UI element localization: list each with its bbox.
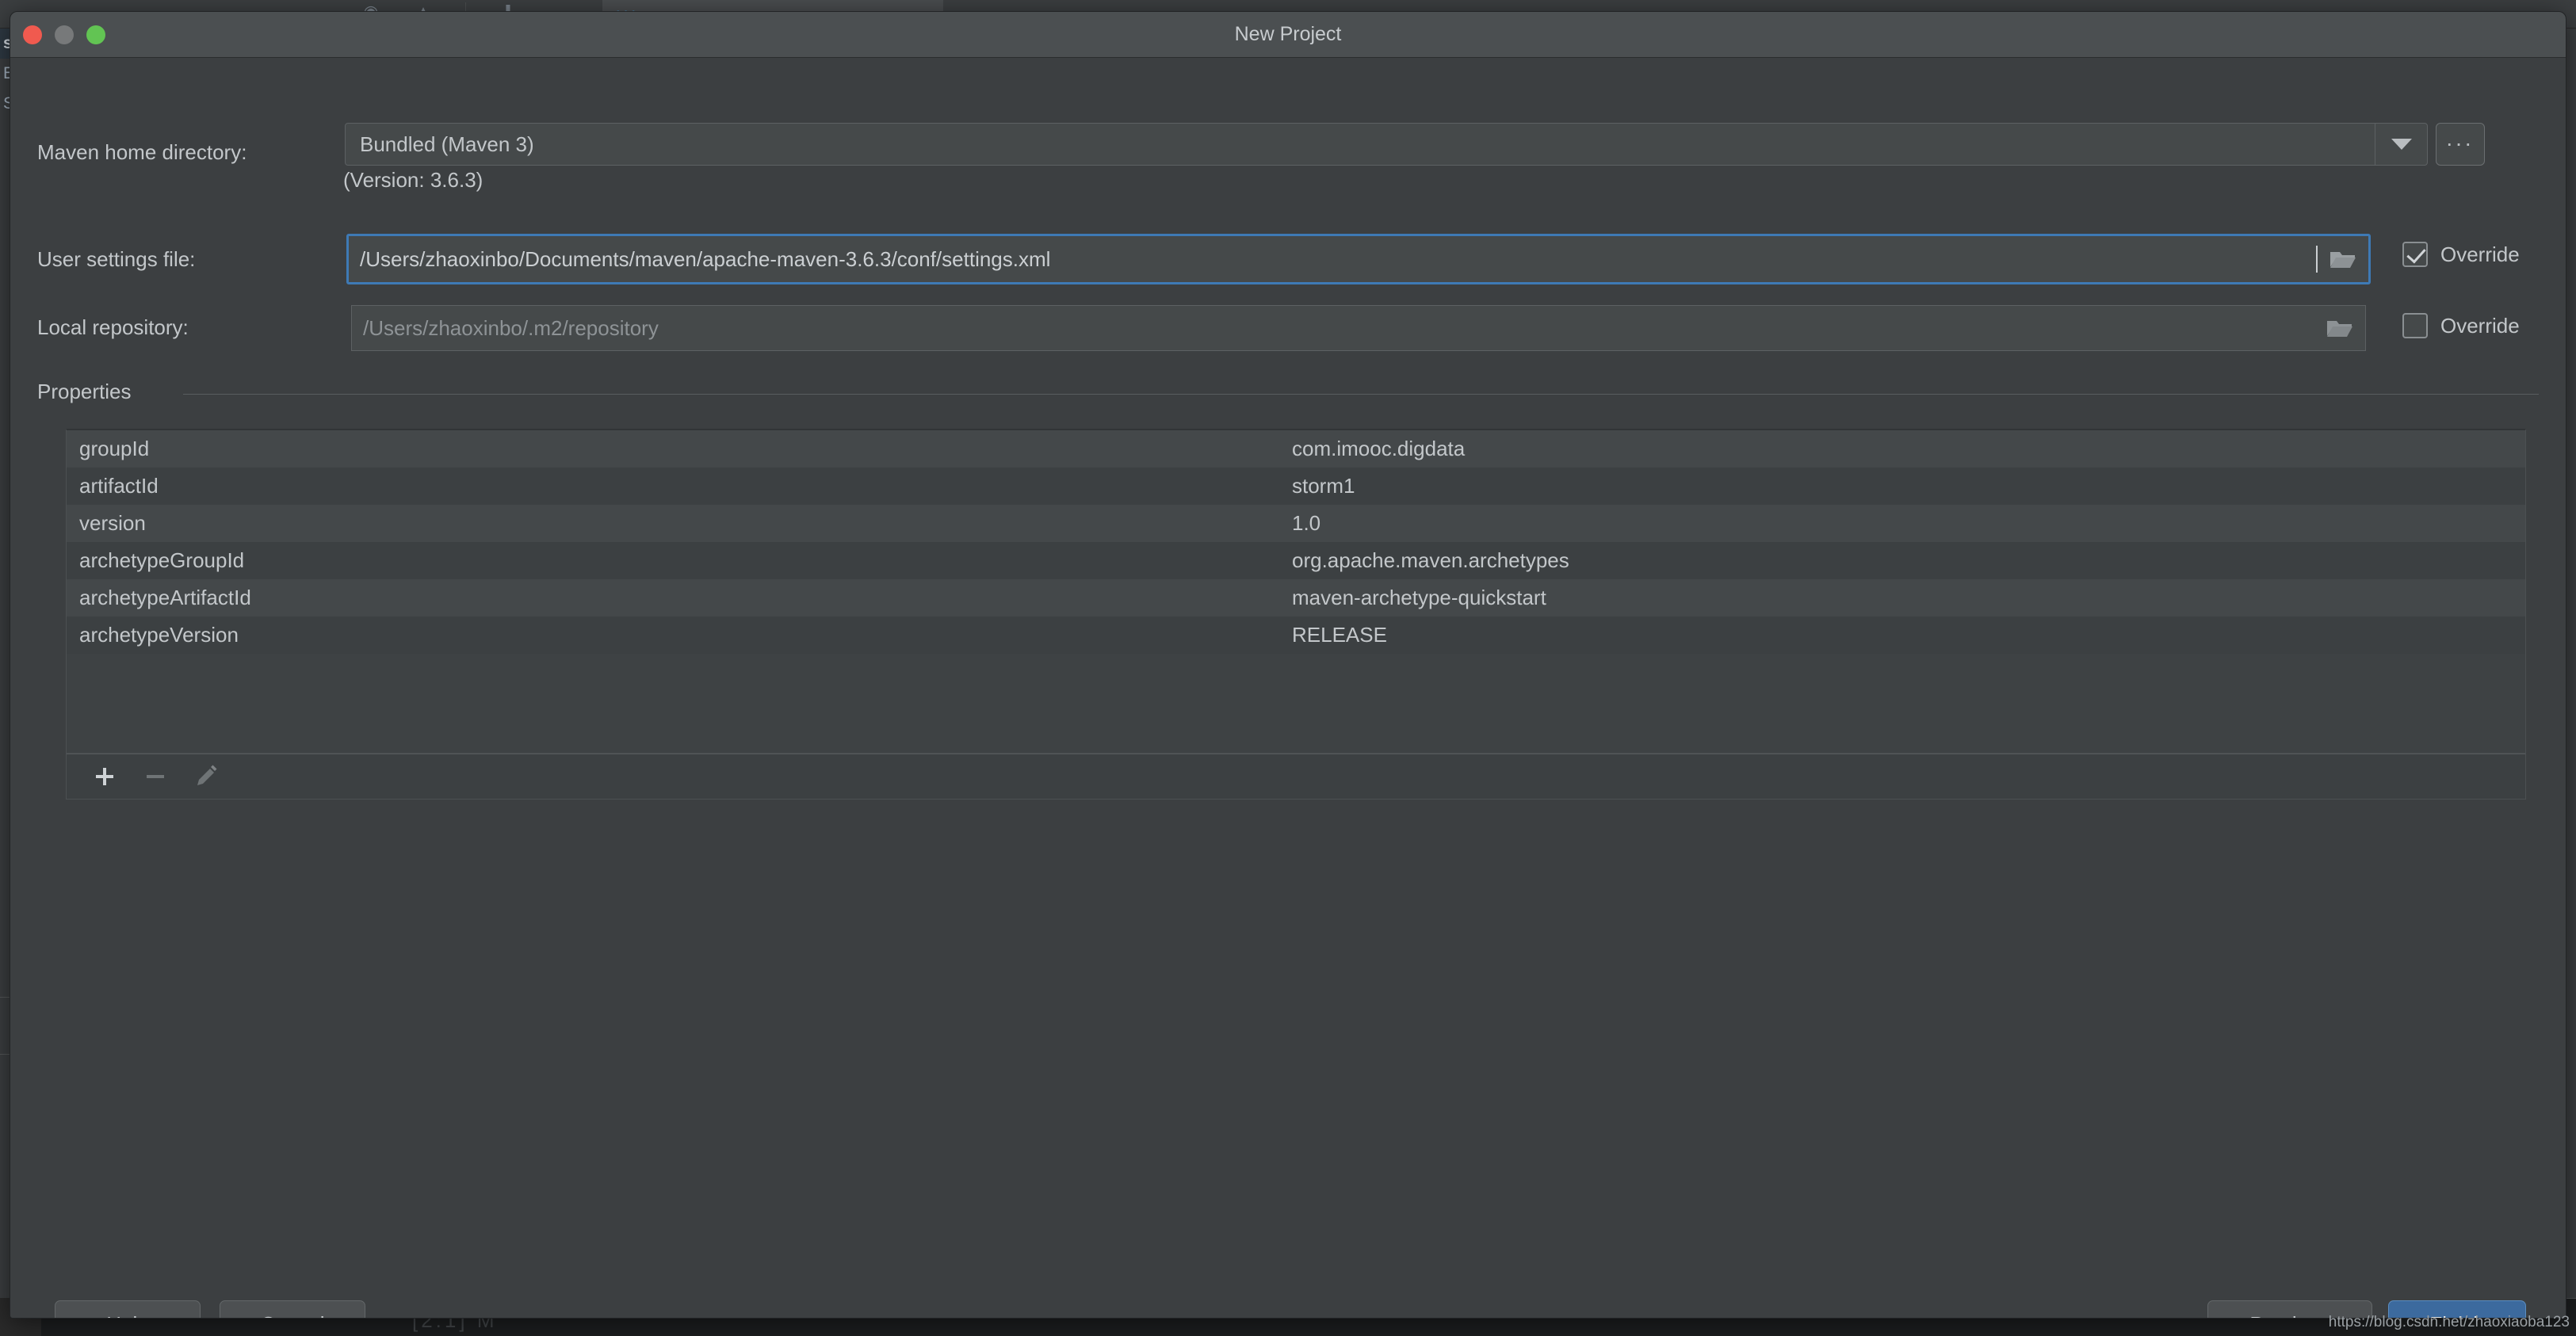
- table-row[interactable]: archetypeGroupId org.apache.maven.archet…: [67, 542, 2525, 579]
- property-key: archetypeArtifactId: [79, 586, 251, 609]
- edit-property-button[interactable]: [181, 758, 231, 796]
- property-value: maven-archetype-quickstart: [1292, 586, 1546, 609]
- property-value: org.apache.maven.archetypes: [1292, 548, 1569, 572]
- cancel-button[interactable]: Cancel: [220, 1300, 365, 1319]
- local-repository-label: Local repository:: [37, 315, 189, 339]
- table-row[interactable]: archetypeArtifactId maven-archetype-quic…: [67, 579, 2525, 616]
- close-button[interactable]: [23, 25, 42, 44]
- property-value: storm1: [1292, 474, 1355, 498]
- user-settings-override[interactable]: Override: [2402, 242, 2520, 267]
- table-row[interactable]: groupId com.imooc.digdata: [67, 430, 2525, 468]
- local-repository-placeholder: /Users/zhaoxinbo/.m2/repository: [363, 315, 659, 340]
- new-project-dialog: New Project Maven home directory: Bundle…: [10, 11, 2566, 1319]
- user-settings-label: User settings file:: [37, 247, 196, 271]
- minimize-button[interactable]: [55, 25, 74, 44]
- window-controls: [23, 25, 105, 44]
- maven-home-combobox[interactable]: Bundled (Maven 3): [345, 123, 2428, 166]
- local-repository-override-checkbox[interactable]: [2402, 313, 2428, 338]
- dialog-title: New Project: [1234, 23, 1342, 45]
- property-key: version: [79, 511, 146, 535]
- local-repository-override[interactable]: Override: [2402, 313, 2520, 338]
- minus-icon: [147, 775, 164, 778]
- table-row[interactable]: version 1.0: [67, 505, 2525, 542]
- maven-home-label: Maven home directory:: [37, 140, 247, 164]
- chevron-down-icon: [2391, 139, 2412, 150]
- dialog-titlebar[interactable]: New Project: [10, 12, 2566, 58]
- property-key: archetypeVersion: [79, 623, 239, 647]
- watermark-text: https://blog.csdn.net/zhaoxiaoba123: [2328, 1314, 2570, 1330]
- cancel-button-label: Cancel: [261, 1312, 325, 1319]
- properties-toolbar: [66, 754, 2526, 800]
- help-button-label: Help: [106, 1312, 148, 1319]
- help-button[interactable]: Help: [55, 1300, 201, 1319]
- user-settings-override-checkbox[interactable]: [2402, 242, 2428, 267]
- previous-button-label: Previous: [2249, 1312, 2329, 1319]
- user-settings-value: /Users/zhaoxinbo/Documents/maven/apache-…: [360, 246, 1051, 271]
- remove-property-button[interactable]: [130, 758, 181, 796]
- maven-home-browse-button[interactable]: ...: [2436, 123, 2485, 166]
- add-property-button[interactable]: [79, 758, 130, 796]
- property-key: groupId: [79, 437, 150, 460]
- property-value: com.imooc.digdata: [1292, 437, 1466, 460]
- table-row[interactable]: archetypeVersion RELEASE: [67, 616, 2525, 654]
- local-repository-browse-button[interactable]: [2314, 306, 2365, 350]
- user-settings-browse-button[interactable]: [2318, 236, 2368, 282]
- plus-icon: [96, 768, 113, 785]
- properties-table[interactable]: groupId com.imooc.digdata artifactId sto…: [66, 429, 2526, 754]
- property-value: RELEASE: [1292, 623, 1387, 647]
- table-row[interactable]: artifactId storm1: [67, 468, 2525, 505]
- property-key: archetypeGroupId: [79, 548, 245, 572]
- ellipsis-icon: ...: [2446, 126, 2475, 151]
- maven-home-dropdown-button[interactable]: [2375, 124, 2427, 165]
- properties-section-divider: [183, 394, 2539, 395]
- property-value: 1.0: [1292, 511, 1321, 535]
- folder-icon: [2327, 321, 2352, 337]
- maven-version-note: (Version: 3.6.3): [343, 168, 483, 192]
- local-repository-override-label: Override: [2440, 313, 2520, 338]
- maximize-button[interactable]: [86, 25, 105, 44]
- properties-section-title: Properties: [37, 380, 132, 403]
- dialog-body: Maven home directory: Bundled (Maven 3) …: [10, 58, 2566, 1318]
- folder-icon: [2330, 252, 2356, 268]
- maven-home-value: Bundled (Maven 3): [360, 132, 534, 156]
- property-key: artifactId: [79, 474, 159, 498]
- user-settings-override-label: Override: [2440, 242, 2520, 266]
- pencil-icon: [197, 765, 217, 785]
- user-settings-input[interactable]: /Users/zhaoxinbo/Documents/maven/apache-…: [346, 234, 2371, 284]
- local-repository-input[interactable]: /Users/zhaoxinbo/.m2/repository: [351, 305, 2366, 351]
